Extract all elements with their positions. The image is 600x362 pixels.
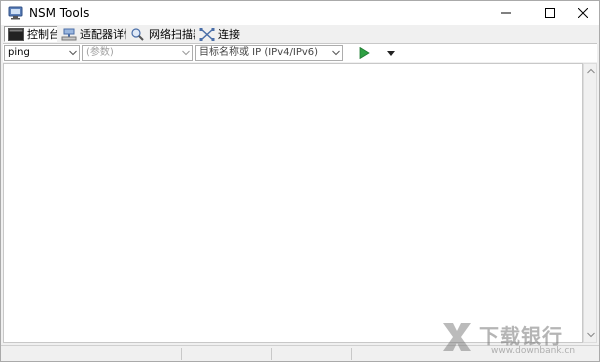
close-icon: [578, 8, 588, 18]
connection-icon: [199, 27, 215, 41]
status-divider: [351, 348, 352, 360]
watermark-url: www.downbank.cn: [491, 346, 576, 356]
watermark: 下载银行 www.downbank.cn: [439, 319, 599, 361]
close-button[interactable]: [563, 1, 600, 25]
minimize-button[interactable]: [486, 1, 526, 25]
scanner-icon: [131, 27, 144, 41]
command-select[interactable]: ping: [4, 45, 80, 61]
watermark-title: 下载银行: [479, 324, 563, 348]
app-icon: [8, 6, 23, 20]
play-icon[interactable]: [358, 47, 370, 59]
chevron-down-icon: [182, 50, 190, 56]
chevron-down-icon: [332, 50, 340, 56]
command-value: ping: [8, 47, 30, 58]
window-title: NSM Tools: [29, 6, 90, 20]
target-input[interactable]: 目标名称或 IP (IPv4/IPv6): [195, 45, 343, 61]
title-bar[interactable]: NSM Tools: [1, 1, 599, 25]
console-icon: [8, 27, 24, 41]
status-divider: [181, 348, 182, 360]
minimize-icon: [501, 12, 511, 14]
chevron-down-icon: [69, 50, 77, 56]
vertical-scrollbar[interactable]: [583, 63, 597, 343]
tab-connections[interactable]: 连接: [195, 26, 245, 42]
watermark-logo-icon: [443, 323, 471, 351]
maximize-icon: [545, 8, 555, 18]
target-placeholder: 目标名称或 IP (IPv4/IPv6): [199, 47, 319, 58]
status-divider: [271, 348, 272, 360]
console-output[interactable]: [3, 63, 583, 343]
scroll-up-icon[interactable]: [587, 68, 595, 74]
tab-label: 连接: [218, 28, 240, 41]
tab-label: 控制台: [27, 28, 60, 41]
network-adapter-icon: [61, 28, 77, 40]
tab-bar: 控制台 适配器详情 网络扫描器 连接: [1, 25, 599, 43]
dropdown-arrow-icon[interactable]: [387, 51, 395, 56]
command-toolbar: ping (参数) 目标名称或 IP (IPv4/IPv6): [3, 43, 597, 62]
tab-console[interactable]: 控制台: [4, 26, 65, 42]
app-window: NSM Tools 控制台 适配器详情 网络扫描器 连接 ping (参数) 目…: [0, 0, 600, 362]
parameters-input[interactable]: (参数): [82, 45, 193, 61]
parameters-placeholder: (参数): [86, 47, 114, 58]
